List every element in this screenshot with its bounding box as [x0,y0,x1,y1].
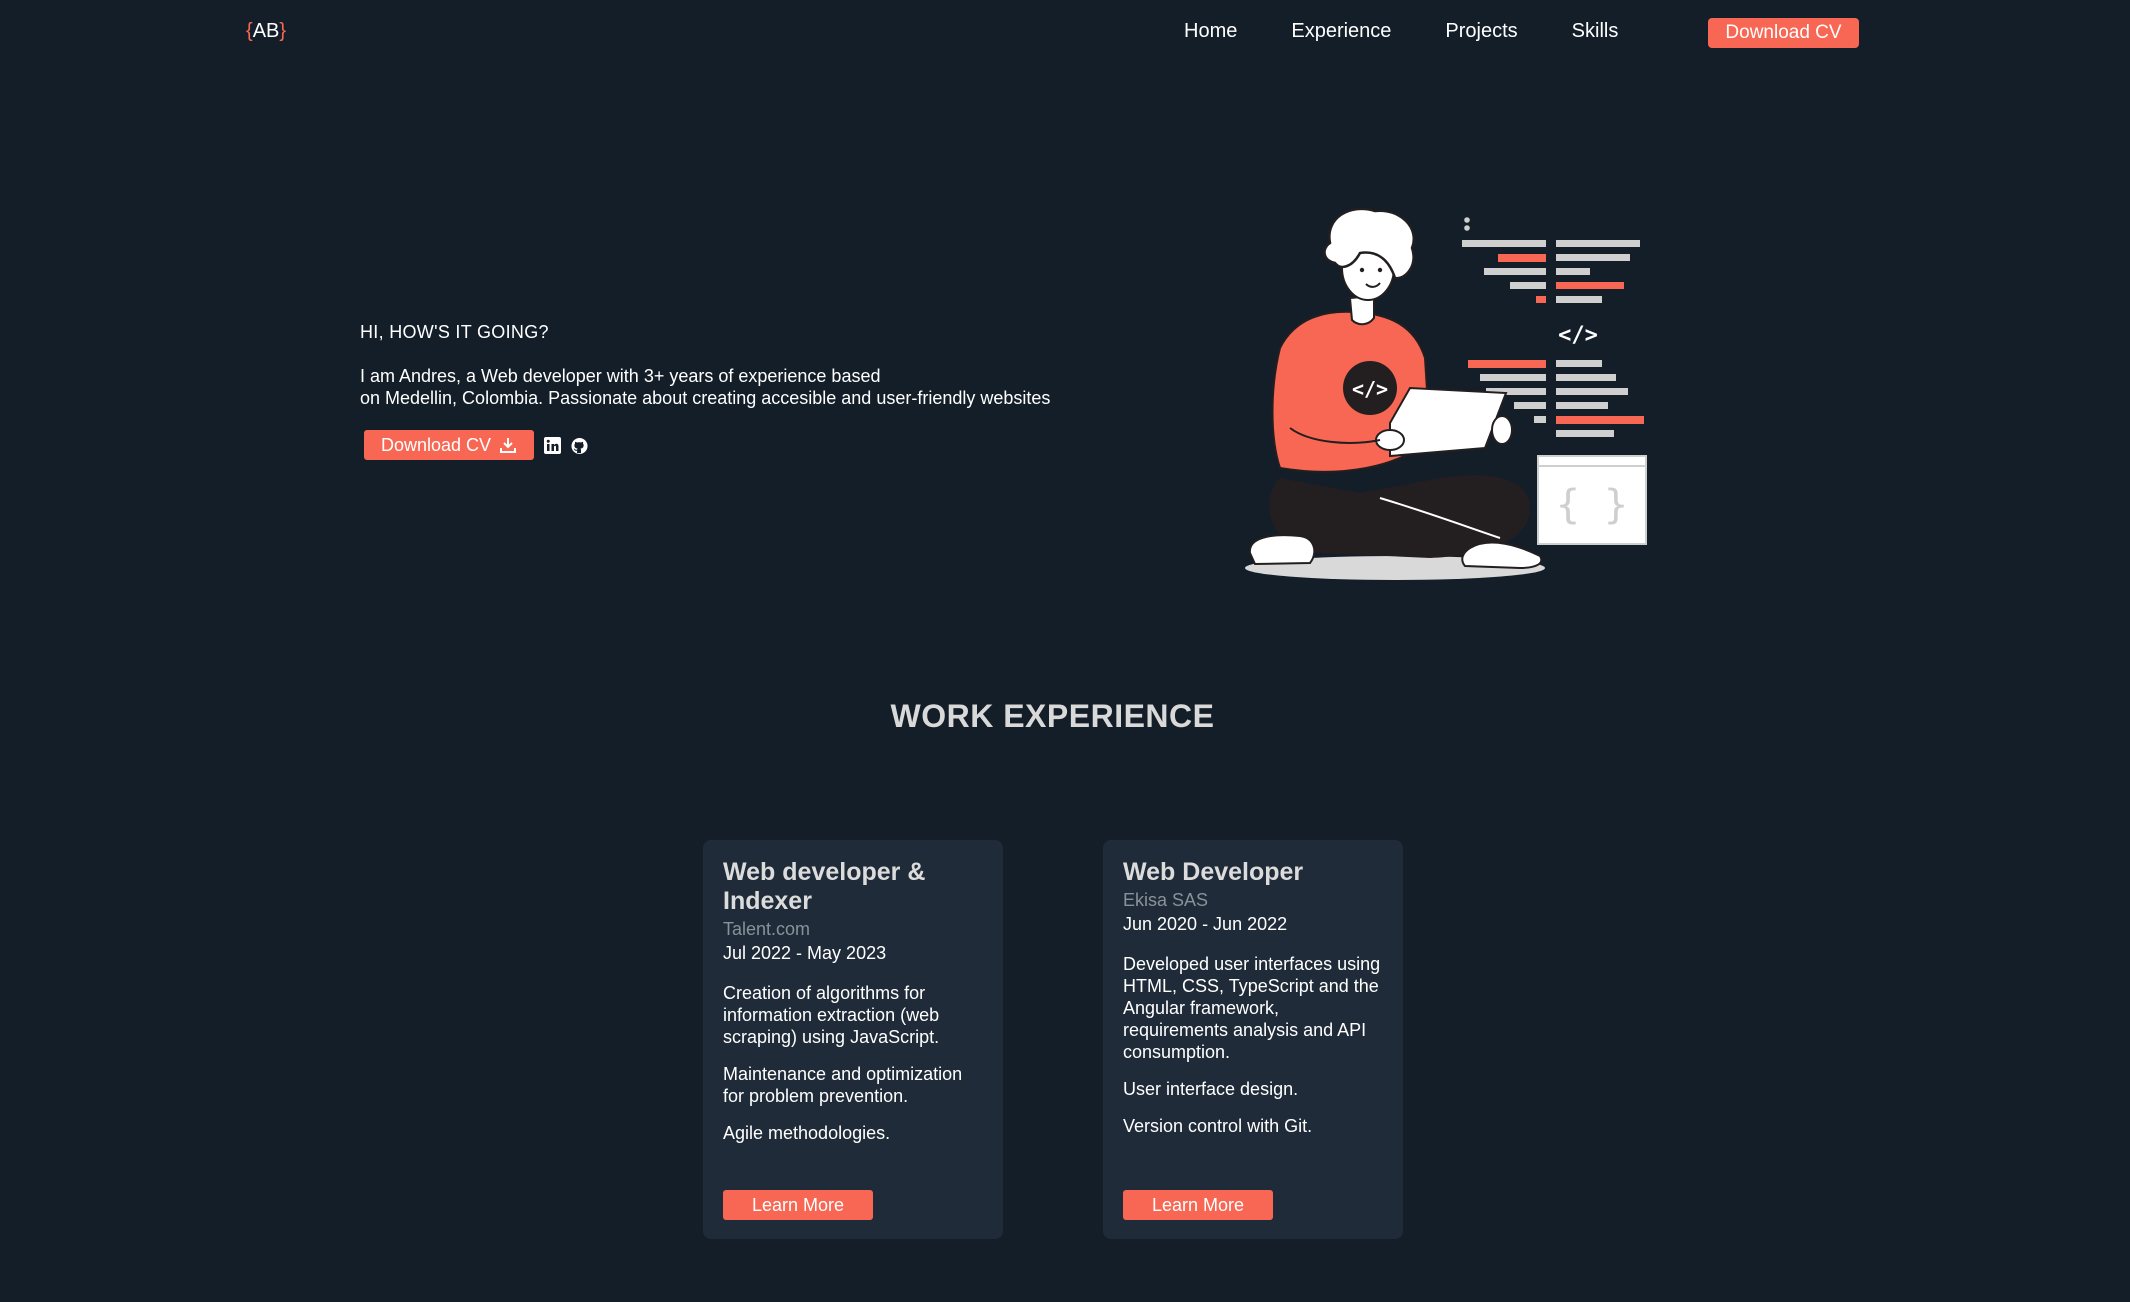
job-bullet: Agile methodologies. [723,1123,891,1143]
braces-box: { } [1537,455,1647,545]
experience-card: Web Developer Ekisa SAS Jun 2020 - Jun 2… [1103,840,1403,1239]
experience-card: Web developer & Indexer Talent.com Jul 2… [703,840,1003,1239]
logo-brace-open: { [246,20,253,42]
hero-actions: Download CV [364,430,588,460]
job-dates: Jul 2022 - May 2023 [723,943,887,963]
learn-more-button[interactable]: Learn More [1123,1190,1273,1220]
navbar: {AB} Home Experience Projects Skills Dow… [0,0,2130,66]
nav-link-home[interactable]: Home [1184,20,1237,43]
job-bullet: Creation of algorithms for information e… [723,983,940,1047]
hero-intro: I am Andres, a Web developer with 3+ yea… [360,365,1050,409]
download-icon [500,438,517,453]
hero-intro-line-2: on Medellin, Colombia. Passionate about … [360,388,1051,408]
nav-links: Home Experience Projects Skills [1184,20,1672,43]
nav-link-projects[interactable]: Projects [1445,20,1517,43]
job-bullets: Developed user interfaces using HTML, CS… [1123,953,1383,1137]
nav-link-experience[interactable]: Experience [1291,20,1391,43]
job-dates: Jun 2020 - Jun 2022 [1123,914,1288,934]
hero-download-cv-label: Download CV [380,434,492,455]
github-icon[interactable] [571,437,588,454]
right-shoe [1461,541,1543,570]
job-bullets: Creation of algorithms for information e… [723,982,983,1144]
code-tag-glyph: </> [1558,323,1598,348]
job-bullet: User interface design. [1123,1079,1299,1099]
nav-link-skills[interactable]: Skills [1572,20,1619,43]
job-company: Ekisa SAS [1123,890,1209,910]
svg-text:{ }: { } [1556,482,1628,528]
job-title: Web Developer [1123,858,1304,886]
hero-intro-line-1: I am Andres, a Web developer with 3+ yea… [360,366,881,386]
job-title: Web developer & Indexer [723,858,926,915]
job-bullet: Version control with Git. [1123,1116,1313,1136]
site-logo[interactable]: {AB} [246,20,286,43]
laptop [1389,386,1508,458]
nav-download-cv-button[interactable]: Download CV [1708,18,1859,48]
hero-download-cv-button[interactable]: Download CV [364,430,534,460]
job-bullet: Maintenance and optimization for problem… [723,1064,963,1106]
section-title: WORK EXPERIENCE [890,698,1215,734]
job-bullet: Developed user interfaces using HTML, CS… [1123,954,1381,1062]
developer-illustration: </> { } </> [1245,208,1647,580]
logo-text: AB [252,20,280,42]
linkedin-icon[interactable] [544,436,561,454]
learn-more-button[interactable]: Learn More [723,1190,873,1220]
left-shoe [1248,534,1316,566]
logo-brace-close: } [279,20,287,42]
job-company: Talent.com [723,919,811,939]
svg-text:</>: </> [1352,377,1388,401]
hero-greeting: HI, HOW'S IT GOING? [360,322,549,342]
